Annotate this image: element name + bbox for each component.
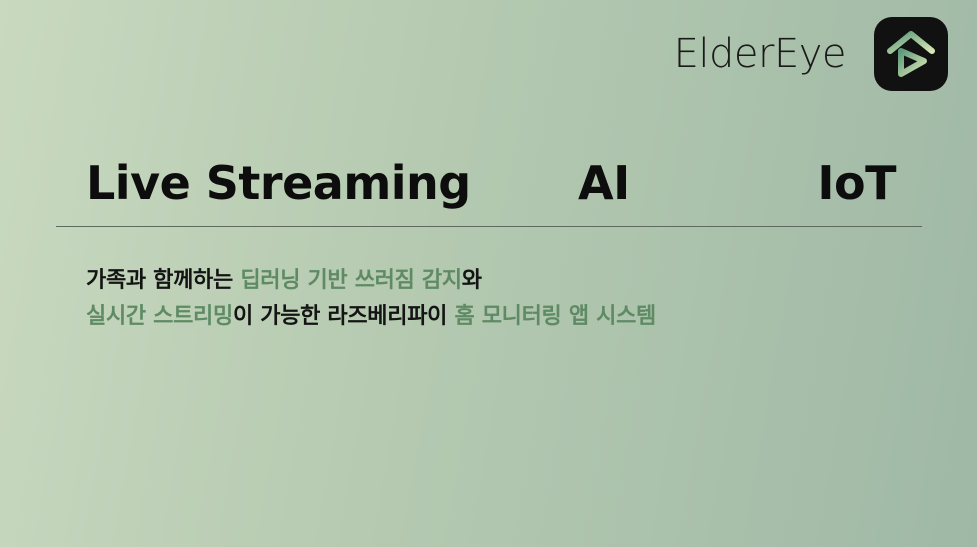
keyword-ai: AI <box>578 156 630 210</box>
brand-header: ElderEye <box>674 17 948 91</box>
description-highlight: 홈 모니터링 앱 시스템 <box>454 304 656 329</box>
description-line-1: 가족과 함께하는 딥러닝 기반 쓰러짐 감지와 <box>86 263 656 299</box>
divider-line <box>56 226 922 227</box>
keyword-row: Live Streaming AI IoT <box>86 153 896 213</box>
description-text: 이 가능한 라즈베리파이 <box>232 304 455 329</box>
brand-name: ElderEye <box>673 31 847 77</box>
description: 가족과 함께하는 딥러닝 기반 쓰러짐 감지와 실시간 스트리밍이 가능한 라즈… <box>86 263 656 335</box>
keyword-live-streaming: Live Streaming <box>86 156 471 210</box>
keyword-iot: IoT <box>817 156 896 210</box>
description-text: 와 <box>461 268 482 293</box>
description-highlight: 실시간 스트리밍 <box>86 304 233 329</box>
home-heart-icon <box>874 17 948 91</box>
description-text: 가족과 함께하는 <box>86 268 241 293</box>
description-line-2: 실시간 스트리밍이 가능한 라즈베리파이 홈 모니터링 앱 시스템 <box>86 299 656 335</box>
description-highlight: 딥러닝 기반 쓰러짐 감지 <box>240 268 462 293</box>
